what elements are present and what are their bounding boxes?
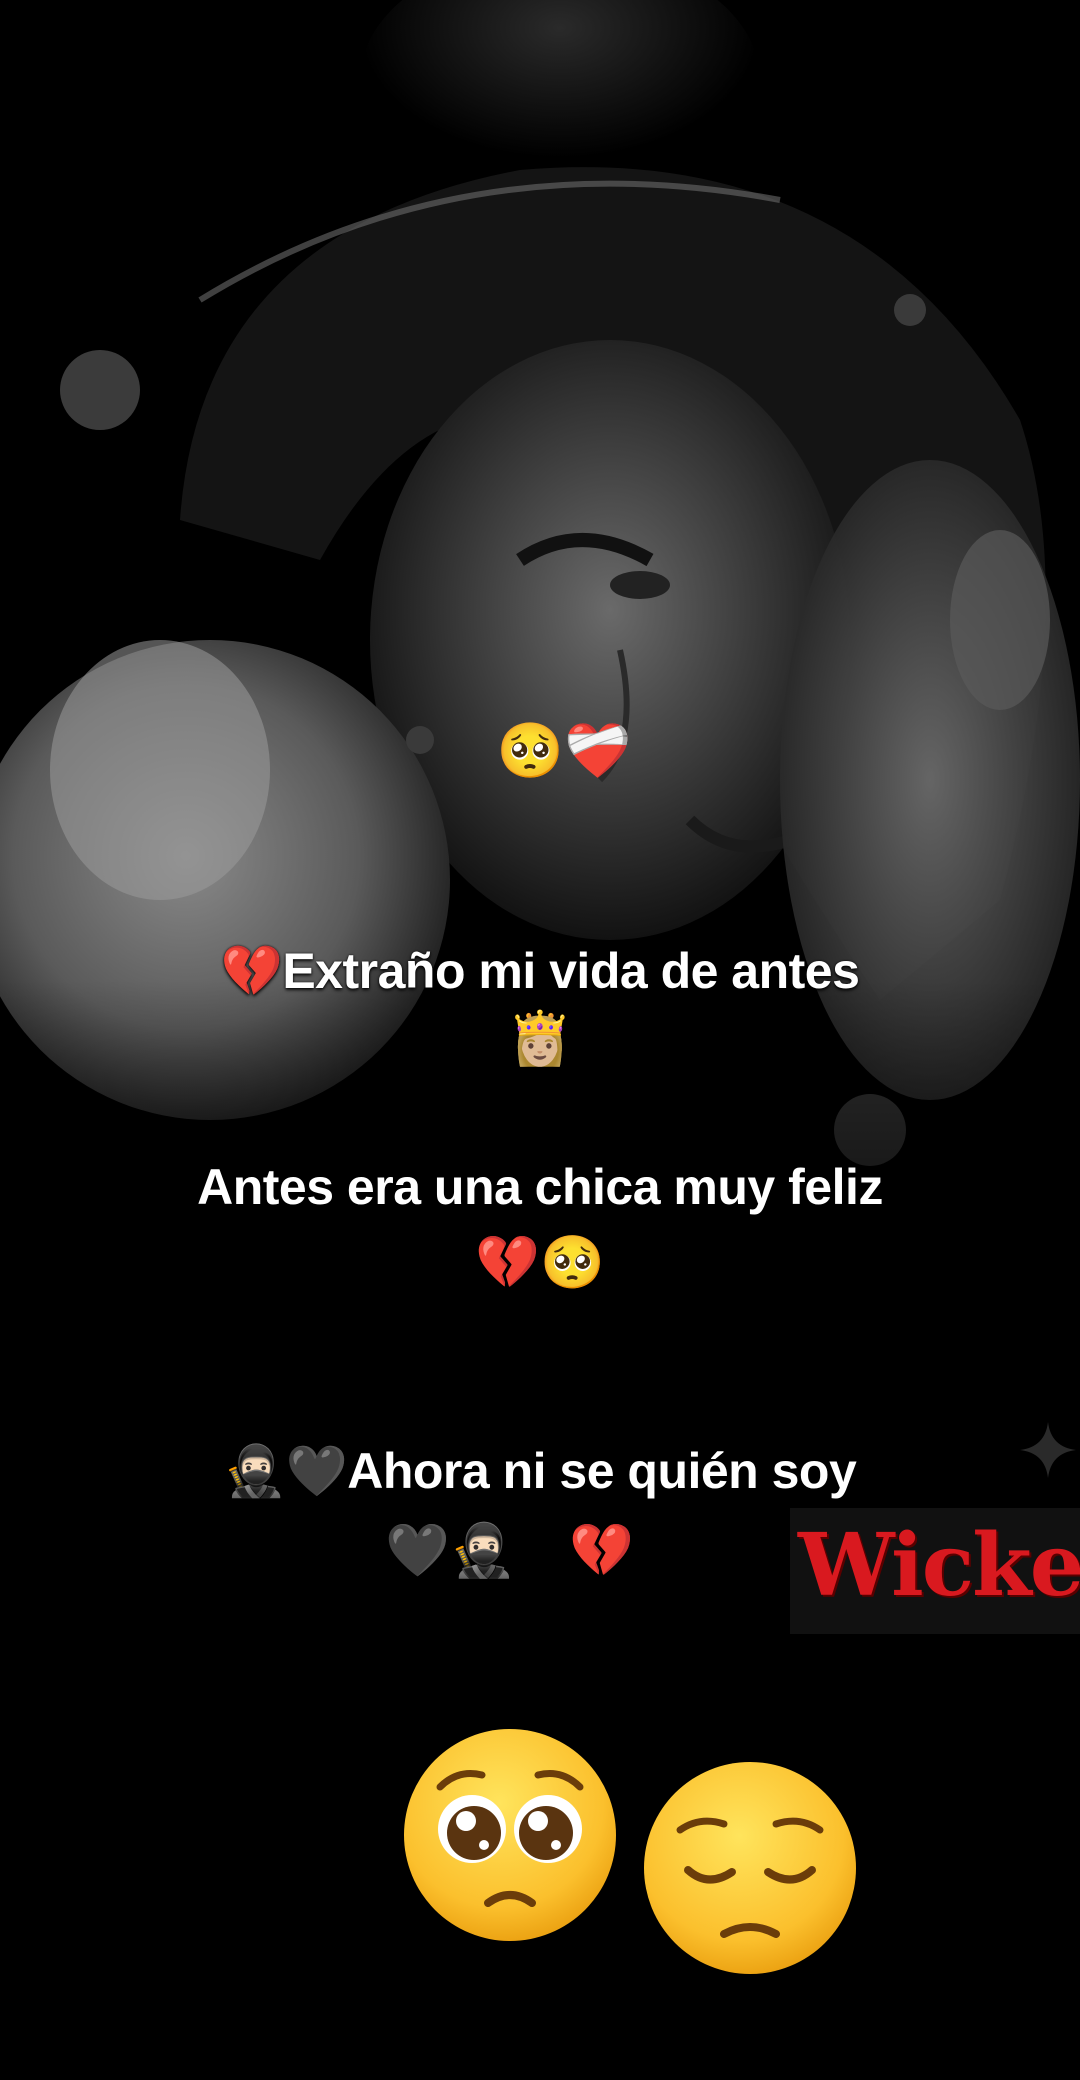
wicked-sticker-label: Wicked <box>798 1515 1080 1616</box>
caption-line-2-emoji: 😃💔🥺😢 <box>421 1234 659 1292</box>
caption-line-2: Antes era una chica muy feliz <box>197 1159 883 1215</box>
caption-line-1: 💔Extraño mi vida de antes <box>220 943 860 999</box>
wicked-sticker: Wicked <box>790 1508 1080 1634</box>
sparkle-icon <box>1020 1422 1076 1478</box>
video-frame: 🥺❤️‍🩹 💔Extraño mi vida de antes 👸🏼 Antes… <box>0 0 1080 2080</box>
caption-line-1-emoji: 👸🏼 <box>507 1010 573 1068</box>
face-emojis: 🥺❤️‍🩹 <box>496 721 632 781</box>
pensive-face-icon <box>644 1762 856 1974</box>
caption-line-3: 🥷🏻🖤Ahora ni se quién soy <box>223 1443 857 1499</box>
pleading-face-icon <box>404 1729 616 1941</box>
